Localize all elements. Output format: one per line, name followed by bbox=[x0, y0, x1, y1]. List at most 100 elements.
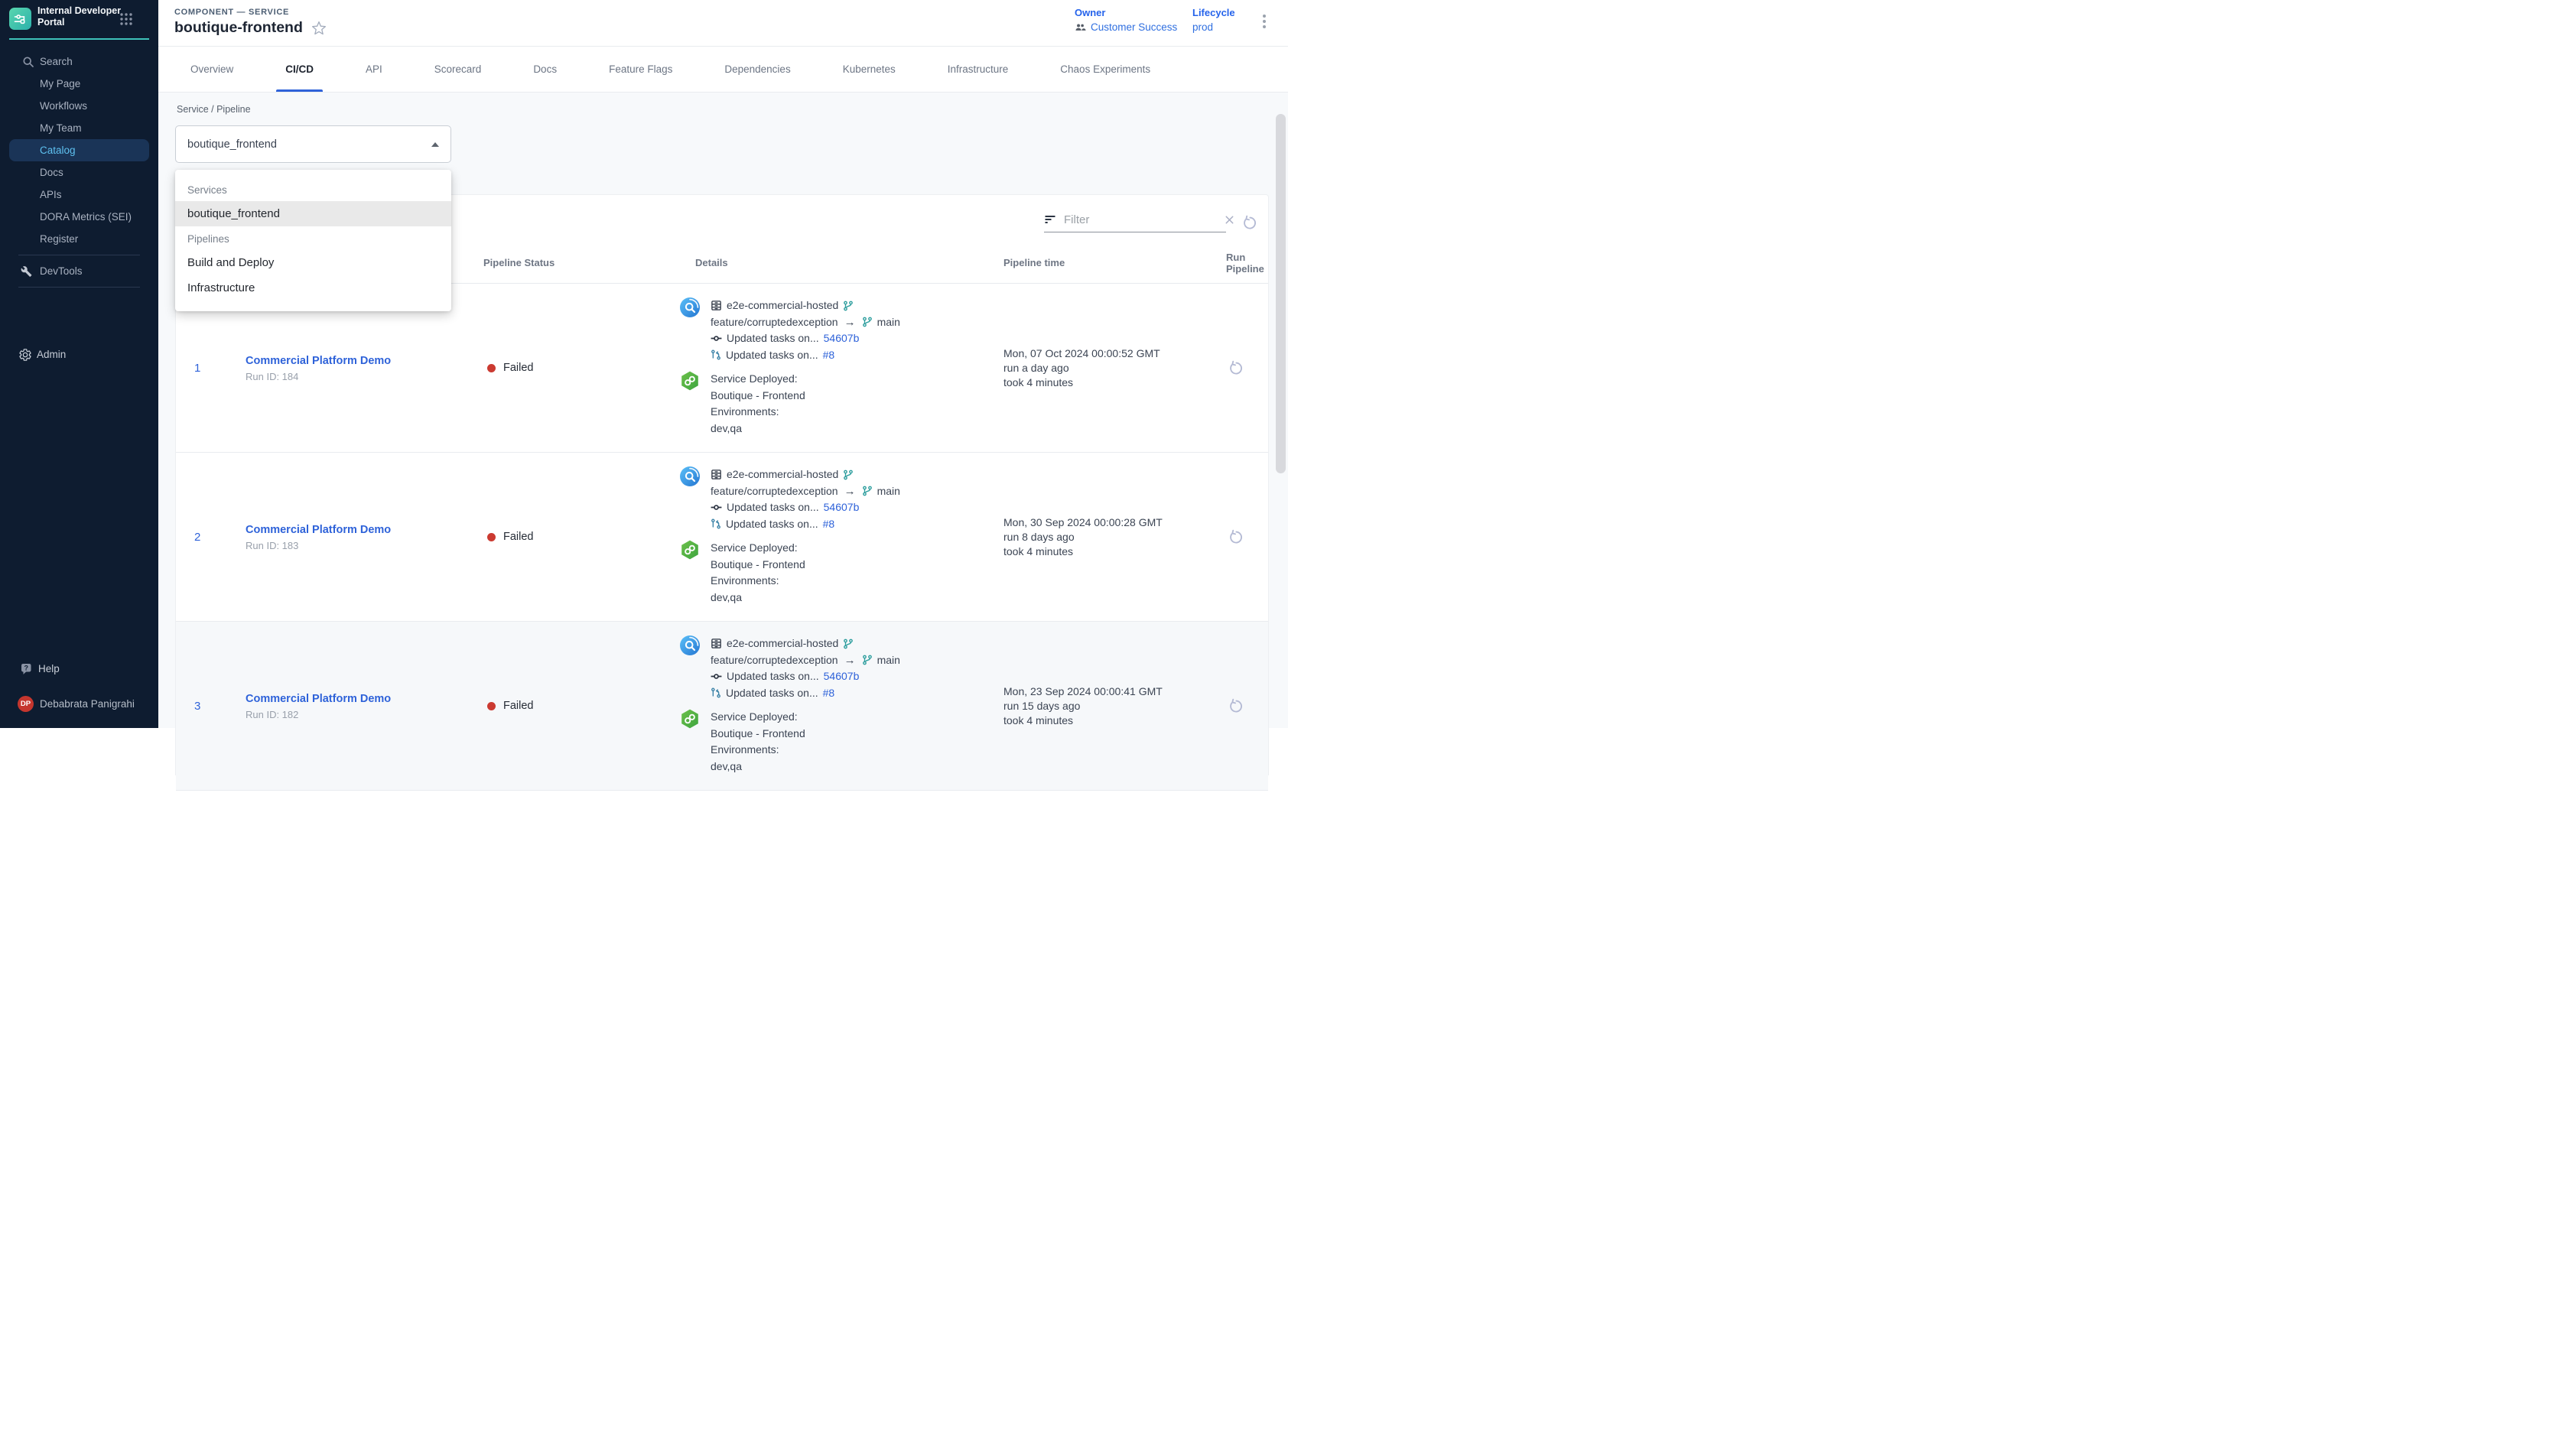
sidebar-nav: Search My Page Workflows My Team Catalog… bbox=[0, 50, 158, 292]
commit-link[interactable]: 54607b bbox=[824, 330, 860, 347]
app-grid-icon[interactable] bbox=[119, 12, 133, 26]
rerun-pipeline-button[interactable] bbox=[1228, 360, 1244, 376]
sidebar-item-admin[interactable]: Admin bbox=[0, 343, 158, 366]
arrow-right-icon: → bbox=[843, 483, 857, 500]
clear-filter-icon[interactable] bbox=[1224, 214, 1235, 226]
menu-group-pipelines: Pipelines bbox=[175, 226, 451, 250]
tab-dependencies[interactable]: Dependencies bbox=[714, 47, 801, 92]
rerun-pipeline-button[interactable] bbox=[1228, 529, 1244, 545]
pipeline-link[interactable]: Commercial Platform Demo bbox=[246, 355, 391, 367]
product-name: Internal Developer Portal bbox=[37, 5, 121, 28]
tab-infrastructure[interactable]: Infrastructure bbox=[937, 47, 1020, 92]
commit-link[interactable]: 54607b bbox=[824, 499, 860, 516]
pull-request-link[interactable]: #8 bbox=[823, 685, 835, 702]
run-id: Run ID: 184 bbox=[246, 371, 483, 382]
failed-status-dot bbox=[487, 364, 496, 372]
filter-input[interactable] bbox=[1064, 213, 1216, 226]
git-branch-icon bbox=[862, 486, 873, 496]
rerun-pipeline-button[interactable] bbox=[1228, 698, 1244, 714]
pull-request-icon bbox=[711, 687, 721, 698]
run-number: 2 bbox=[176, 531, 246, 544]
pipeline-link[interactable]: Commercial Platform Demo bbox=[246, 524, 391, 536]
service-pipeline-menu: Services boutique_frontend Pipelines Bui… bbox=[175, 170, 451, 311]
run-pipeline-cell bbox=[1217, 360, 1268, 376]
caret-up-icon bbox=[431, 142, 439, 147]
wrench-icon bbox=[21, 265, 32, 277]
owner-link[interactable]: Customer Success bbox=[1075, 21, 1177, 33]
sidebar-item-my-page[interactable]: My Page bbox=[0, 73, 158, 95]
tab-kubernetes[interactable]: Kubernetes bbox=[832, 47, 906, 92]
user-name: Debabrata Panigrahi bbox=[40, 698, 135, 710]
run-pipeline-cell bbox=[1217, 698, 1268, 714]
tab-scorecard[interactable]: Scorecard bbox=[424, 47, 493, 92]
people-icon bbox=[1075, 21, 1086, 33]
sidebar-admin-section: Admin bbox=[0, 343, 158, 366]
pipeline-time-cell: Mon, 07 Oct 2024 00:00:52 GMT run a day … bbox=[995, 346, 1217, 390]
col-details: Details bbox=[674, 257, 995, 268]
sidebar-item-help[interactable]: Help bbox=[0, 658, 158, 680]
pull-request-link[interactable]: #8 bbox=[823, 347, 835, 364]
sidebar-item-catalog[interactable]: Catalog bbox=[9, 139, 149, 161]
sidebar-item-my-team[interactable]: My Team bbox=[0, 117, 158, 139]
tab-overview[interactable]: Overview bbox=[180, 47, 244, 92]
status-cell: Failed bbox=[483, 531, 674, 543]
entity-tabs: Overview CI/CD API Scorecard Docs Featur… bbox=[158, 47, 1288, 93]
sidebar-item-workflows[interactable]: Workflows bbox=[0, 95, 158, 117]
filter-icon bbox=[1044, 213, 1056, 226]
git-branch-icon bbox=[862, 655, 873, 665]
tab-feature-flags[interactable]: Feature Flags bbox=[598, 47, 683, 92]
tab-api[interactable]: API bbox=[355, 47, 393, 92]
service-pipeline-select[interactable]: boutique_frontend bbox=[175, 125, 451, 163]
pull-request-icon bbox=[711, 518, 721, 529]
sidebar-item-apis[interactable]: APIs bbox=[0, 184, 158, 206]
ci-module-icon bbox=[680, 297, 700, 317]
tab-cicd[interactable]: CI/CD bbox=[275, 47, 324, 92]
failed-status-dot bbox=[487, 702, 496, 710]
owner-block: Owner Customer Success bbox=[1075, 7, 1177, 33]
pull-request-link[interactable]: #8 bbox=[823, 516, 835, 533]
tab-chaos-experiments[interactable]: Chaos Experiments bbox=[1049, 47, 1161, 92]
details-cell: e2e-commercial-hosted feature/corruptede… bbox=[674, 284, 995, 452]
sidebar-item-devtools[interactable]: DevTools bbox=[0, 260, 158, 282]
arrow-right-icon: → bbox=[843, 314, 857, 331]
sidebar-item-search[interactable]: Search bbox=[0, 50, 158, 73]
menu-group-services: Services bbox=[175, 177, 451, 201]
pipeline-link[interactable]: Commercial Platform Demo bbox=[246, 693, 391, 705]
more-options-kebab-icon[interactable] bbox=[1257, 11, 1272, 31]
user-menu[interactable]: DP Debabrata Panigrahi bbox=[0, 693, 158, 714]
sidebar-header: Internal Developer Portal bbox=[0, 0, 158, 38]
details-cell: e2e-commercial-hosted feature/corruptede… bbox=[674, 622, 995, 790]
git-branch-icon bbox=[862, 317, 873, 327]
vertical-scrollbar-thumb[interactable] bbox=[1276, 114, 1286, 473]
tab-docs[interactable]: Docs bbox=[522, 47, 568, 92]
menu-option-boutique-frontend[interactable]: boutique_frontend bbox=[175, 201, 451, 226]
sidebar-item-register[interactable]: Register bbox=[0, 228, 158, 250]
repository-icon bbox=[711, 469, 722, 480]
sidebar: Internal Developer Portal Search My Page… bbox=[0, 0, 158, 728]
sidebar-item-dora-metrics[interactable]: DORA Metrics (SEI) bbox=[0, 206, 158, 228]
commit-link[interactable]: 54607b bbox=[824, 668, 860, 685]
menu-option-infrastructure[interactable]: Infrastructure bbox=[175, 275, 451, 301]
sidebar-help-section: Help bbox=[0, 658, 158, 680]
refresh-button[interactable] bbox=[1241, 215, 1257, 231]
repository-icon bbox=[711, 638, 722, 649]
status-cell: Failed bbox=[483, 362, 674, 374]
ci-module-icon bbox=[680, 466, 700, 486]
pipeline-time-cell: Mon, 23 Sep 2024 00:00:41 GMT run 15 day… bbox=[995, 684, 1217, 728]
cd-module-icon bbox=[680, 371, 700, 391]
sidebar-divider bbox=[18, 287, 140, 288]
menu-option-build-and-deploy[interactable]: Build and Deploy bbox=[175, 250, 451, 275]
filter-field bbox=[1044, 213, 1226, 232]
cicd-content: Service / Pipeline boutique_frontend Ser… bbox=[158, 93, 1288, 728]
sidebar-item-docs[interactable]: Docs bbox=[0, 161, 158, 184]
favorite-star-icon[interactable] bbox=[311, 21, 327, 36]
lifecycle-block: Lifecycle prod bbox=[1192, 7, 1235, 33]
col-pipeline-status: Pipeline Status bbox=[483, 257, 674, 268]
cd-module-icon bbox=[680, 540, 700, 560]
sidebar-accent-divider bbox=[9, 38, 149, 40]
run-number: 1 bbox=[176, 362, 246, 375]
git-commit-icon bbox=[711, 671, 722, 682]
avatar: DP bbox=[18, 696, 34, 712]
arrow-right-icon: → bbox=[843, 652, 857, 669]
help-chat-icon bbox=[20, 662, 34, 676]
